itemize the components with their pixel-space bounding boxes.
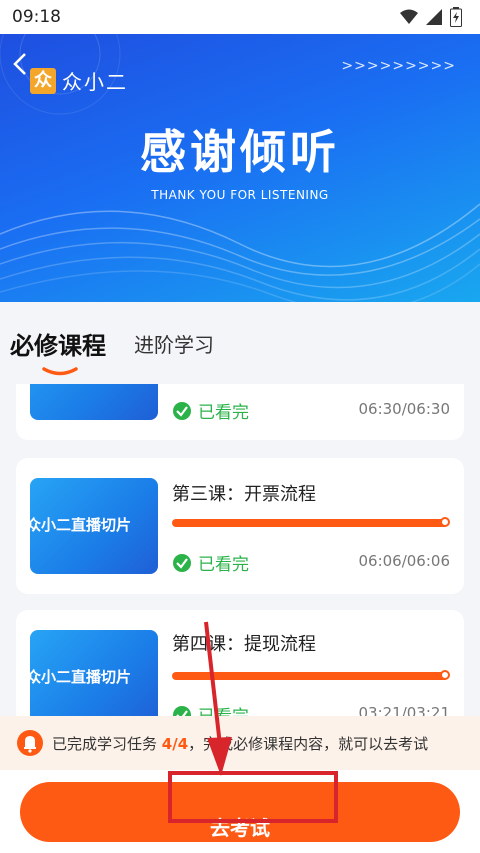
annotation-arrow: [204, 621, 232, 776]
